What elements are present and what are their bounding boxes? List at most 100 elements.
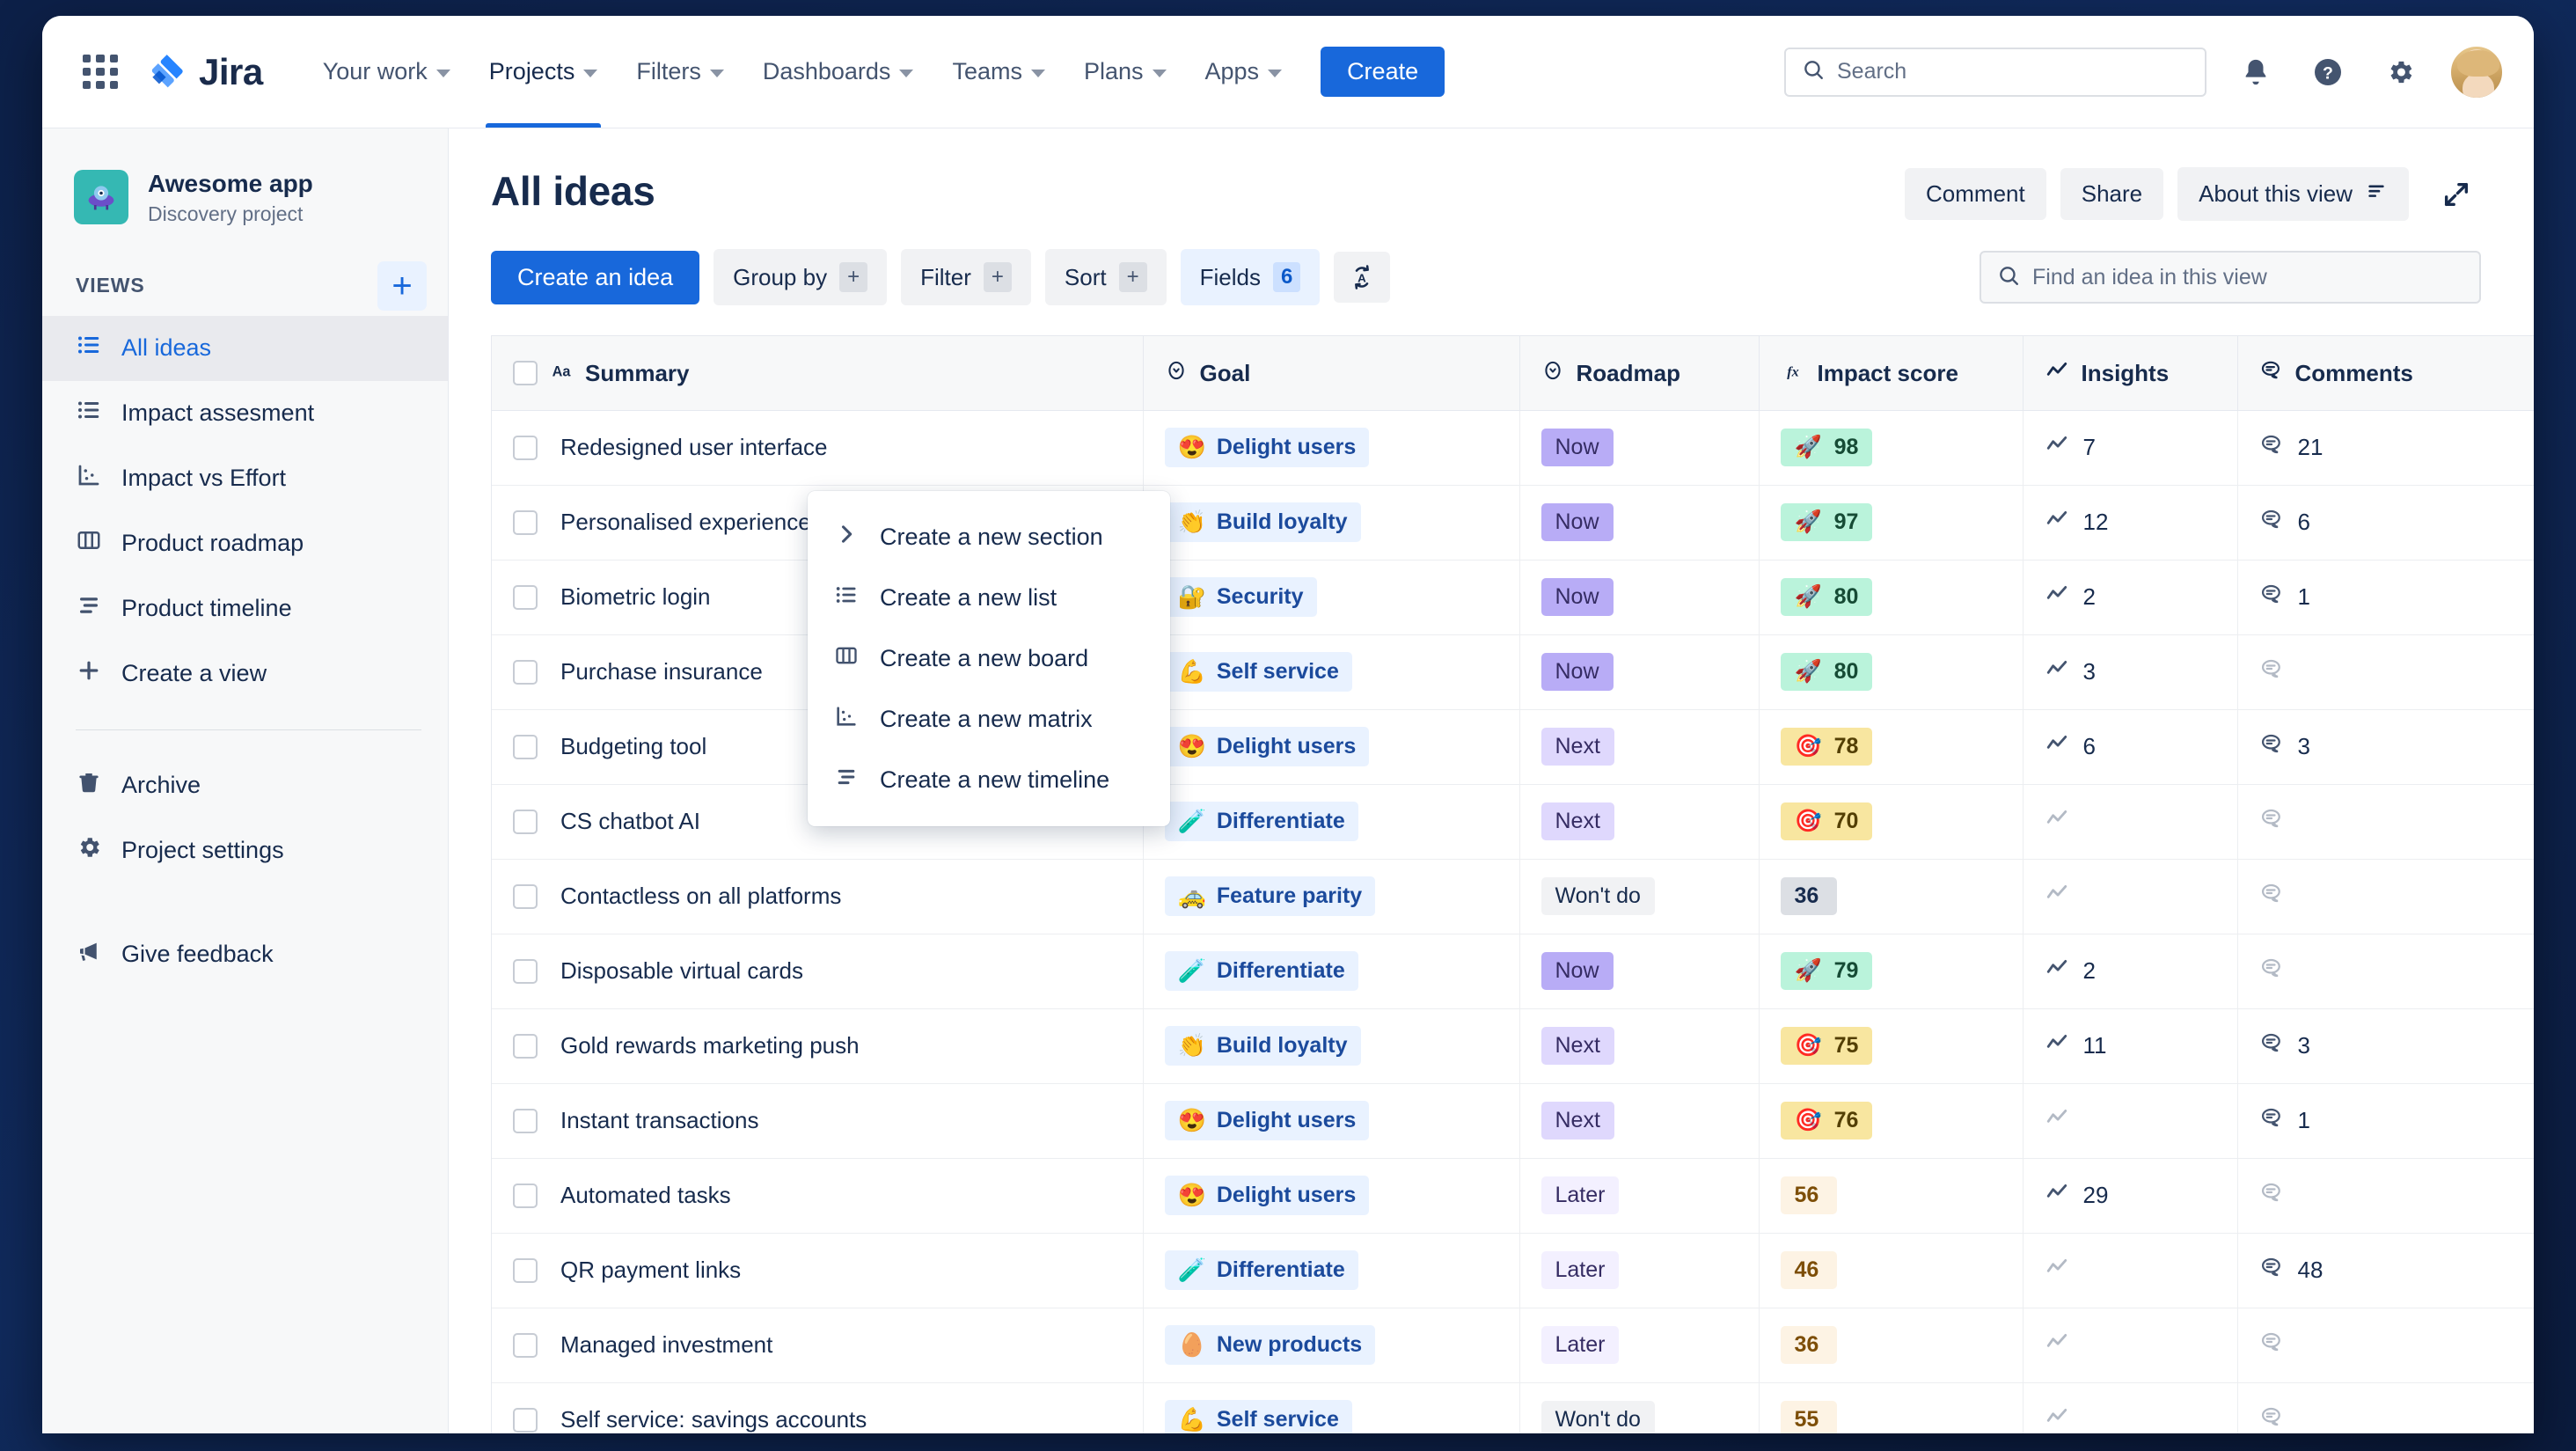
cell-impact-score[interactable]: 46 xyxy=(1759,1233,2023,1308)
table-row[interactable]: Contactless on all platforms 🚕 Feature p… xyxy=(492,859,2534,934)
cell-roadmap[interactable]: Now xyxy=(1519,560,1760,635)
cell-roadmap[interactable]: Next xyxy=(1519,784,1760,860)
cell-summary[interactable]: QR payment links xyxy=(492,1233,1144,1308)
share-button[interactable]: Share xyxy=(2060,168,2164,220)
sidebar-item-product-roadmap[interactable]: Product roadmap xyxy=(42,511,448,576)
expand-icon[interactable] xyxy=(2432,170,2481,219)
row-checkbox[interactable] xyxy=(513,584,538,610)
settings-gear-icon[interactable] xyxy=(2377,49,2423,95)
row-checkbox[interactable] xyxy=(513,883,538,909)
column-header-roadmap[interactable]: Roadmap xyxy=(1519,336,1760,411)
cell-comments[interactable] xyxy=(2237,1308,2534,1383)
cell-impact-score[interactable]: 🚀 80 xyxy=(1759,634,2023,710)
row-checkbox[interactable] xyxy=(513,1407,538,1433)
cell-impact-score[interactable]: 36 xyxy=(1759,1308,2023,1383)
table-row[interactable]: Self service: savings accounts 💪 Self se… xyxy=(492,1382,2534,1433)
row-checkbox[interactable] xyxy=(513,809,538,834)
cell-impact-score[interactable]: 🎯 70 xyxy=(1759,784,2023,860)
cell-impact-score[interactable]: 🚀 97 xyxy=(1759,485,2023,561)
cell-impact-score[interactable]: 36 xyxy=(1759,859,2023,934)
cell-roadmap[interactable]: Later xyxy=(1519,1233,1760,1308)
row-checkbox[interactable] xyxy=(513,1257,538,1283)
fields-button[interactable]: Fields 6 xyxy=(1180,249,1321,306)
cell-goal[interactable]: 🧪 Differentiate xyxy=(1143,784,1520,860)
table-row[interactable]: Gold rewards marketing push 👏 Build loya… xyxy=(492,1008,2534,1084)
cell-comments[interactable]: 3 xyxy=(2237,709,2534,785)
sidebar-item-create-a-view[interactable]: Create a view xyxy=(42,641,448,707)
table-row[interactable]: QR payment links 🧪 Differentiate Later 4… xyxy=(492,1233,2534,1308)
table-row[interactable]: Personalised experiences 👏 Build loyalty… xyxy=(492,485,2534,561)
table-row[interactable]: Budgeting tool 😍 Delight users Next 🎯 78 … xyxy=(492,709,2534,785)
table-row[interactable]: Biometric login 🔐 Security Now 🚀 80 2 1 xyxy=(492,560,2534,635)
cell-goal[interactable]: 🔐 Security xyxy=(1143,560,1520,635)
table-row[interactable]: Disposable virtual cards 🧪 Differentiate… xyxy=(492,934,2534,1009)
cell-goal[interactable]: 🧪 Differentiate xyxy=(1143,1233,1520,1308)
row-checkbox[interactable] xyxy=(513,509,538,535)
app-switcher-icon[interactable] xyxy=(77,49,123,95)
cell-insights[interactable]: 6 xyxy=(2023,709,2238,785)
column-header-comments[interactable]: Comments xyxy=(2237,336,2534,411)
nav-item-teams[interactable]: Teams xyxy=(933,16,1065,128)
cell-roadmap[interactable]: Now xyxy=(1519,485,1760,561)
cell-insights[interactable]: 11 xyxy=(2023,1008,2238,1084)
cell-impact-score[interactable]: 55 xyxy=(1759,1382,2023,1433)
row-checkbox[interactable] xyxy=(513,435,538,460)
cell-roadmap[interactable]: Later xyxy=(1519,1158,1760,1234)
project-header[interactable]: Awesome app Discovery project xyxy=(42,153,448,256)
cell-roadmap[interactable]: Won't do xyxy=(1519,1382,1760,1433)
cell-impact-score[interactable]: 🚀 80 xyxy=(1759,560,2023,635)
cell-goal[interactable]: 🚕 Feature parity xyxy=(1143,859,1520,934)
user-avatar[interactable] xyxy=(2449,44,2504,99)
cell-comments[interactable] xyxy=(2237,859,2534,934)
row-checkbox[interactable] xyxy=(513,958,538,984)
nav-item-dashboards[interactable]: Dashboards xyxy=(743,16,933,128)
row-checkbox[interactable] xyxy=(513,734,538,759)
column-header-summary[interactable]: Aa Summary xyxy=(492,336,1144,411)
menu-item-create-a-new-timeline[interactable]: Create a new timeline xyxy=(808,750,1170,810)
cell-insights[interactable] xyxy=(2023,1382,2238,1433)
cell-comments[interactable]: 48 xyxy=(2237,1233,2534,1308)
column-header-impact-score[interactable]: fx Impact score xyxy=(1759,336,2023,411)
add-view-button[interactable]: + xyxy=(377,260,427,311)
cell-insights[interactable] xyxy=(2023,1233,2238,1308)
cell-summary[interactable]: Disposable virtual cards xyxy=(492,934,1144,1009)
cell-goal[interactable]: 🧪 Differentiate xyxy=(1143,934,1520,1009)
cell-insights[interactable] xyxy=(2023,784,2238,860)
auto-sort-a-icon[interactable]: A xyxy=(1334,252,1391,304)
nav-item-filters[interactable]: Filters xyxy=(617,16,743,128)
find-idea-input[interactable]: Find an idea in this view xyxy=(1980,251,2481,304)
cell-comments[interactable]: 21 xyxy=(2237,410,2534,486)
cell-comments[interactable]: 3 xyxy=(2237,1008,2534,1084)
help-icon[interactable]: ? xyxy=(2305,49,2351,95)
cell-impact-score[interactable]: 56 xyxy=(1759,1158,2023,1234)
cell-comments[interactable] xyxy=(2237,1382,2534,1433)
cell-roadmap[interactable]: Later xyxy=(1519,1308,1760,1383)
cell-goal[interactable]: 😍 Delight users xyxy=(1143,410,1520,486)
table-row[interactable]: Instant transactions 😍 Delight users Nex… xyxy=(492,1083,2534,1159)
menu-item-create-a-new-matrix[interactable]: Create a new matrix xyxy=(808,689,1170,750)
cell-comments[interactable]: 6 xyxy=(2237,485,2534,561)
menu-item-create-a-new-section[interactable]: Create a new section xyxy=(808,507,1170,568)
sidebar-item-impact-assesment[interactable]: Impact assesment xyxy=(42,381,448,446)
sort-button[interactable]: Sort + xyxy=(1044,249,1167,306)
table-row[interactable]: Managed investment 🥚 New products Later … xyxy=(492,1308,2534,1383)
cell-summary[interactable]: Instant transactions xyxy=(492,1083,1144,1159)
cell-comments[interactable]: 1 xyxy=(2237,1083,2534,1159)
cell-impact-score[interactable]: 🚀 79 xyxy=(1759,934,2023,1009)
cell-impact-score[interactable]: 🎯 78 xyxy=(1759,709,2023,785)
row-checkbox[interactable] xyxy=(513,1183,538,1208)
cell-comments[interactable]: 1 xyxy=(2237,560,2534,635)
cell-comments[interactable] xyxy=(2237,784,2534,860)
cell-impact-score[interactable]: 🎯 76 xyxy=(1759,1083,2023,1159)
nav-item-projects[interactable]: Projects xyxy=(470,16,618,128)
cell-goal[interactable]: 🥚 New products xyxy=(1143,1308,1520,1383)
menu-item-create-a-new-list[interactable]: Create a new list xyxy=(808,568,1170,628)
cell-summary[interactable]: Redesigned user interface xyxy=(492,410,1144,486)
cell-insights[interactable] xyxy=(2023,1083,2238,1159)
table-row[interactable]: CS chatbot AI 🧪 Differentiate Next 🎯 70 xyxy=(492,784,2534,860)
cell-roadmap[interactable]: Next xyxy=(1519,1083,1760,1159)
cell-impact-score[interactable]: 🚀 98 xyxy=(1759,410,2023,486)
cell-roadmap[interactable]: Next xyxy=(1519,709,1760,785)
cell-roadmap[interactable]: Now xyxy=(1519,410,1760,486)
table-row[interactable]: Redesigned user interface 😍 Delight user… xyxy=(492,410,2534,486)
